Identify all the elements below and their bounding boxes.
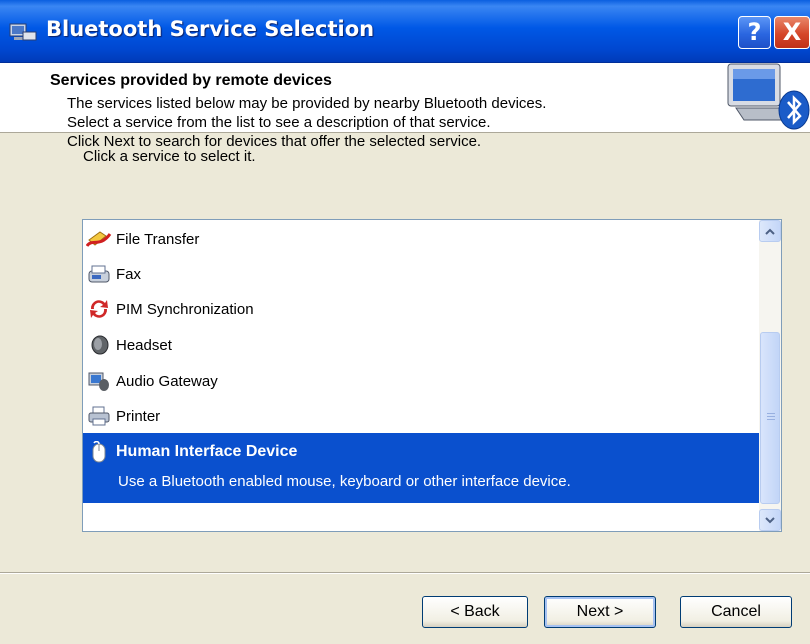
close-button[interactable]: X bbox=[774, 16, 810, 49]
scroll-grip bbox=[767, 413, 775, 421]
chevron-down-icon bbox=[765, 516, 775, 523]
audio-gateway-icon bbox=[85, 369, 113, 393]
list-item-label: Headset bbox=[116, 336, 172, 354]
list-item-label: PIM Synchronization bbox=[116, 300, 254, 318]
next-button[interactable]: Next > bbox=[544, 596, 656, 628]
chevron-up-icon bbox=[765, 228, 775, 235]
wizard-header: Services provided by remote devices The … bbox=[0, 63, 810, 150]
window-title: Bluetooth Service Selection bbox=[46, 17, 375, 41]
list-item-pim-synchronization[interactable]: PIM Synchronization bbox=[83, 291, 759, 327]
list-item-audio-gateway[interactable]: Audio Gateway bbox=[83, 363, 759, 399]
list-item-label: Fax bbox=[116, 265, 142, 283]
headset-icon bbox=[85, 333, 113, 357]
cancel-button[interactable]: Cancel bbox=[680, 596, 792, 628]
button-separator bbox=[0, 572, 810, 574]
list-item-label: File Transfer bbox=[116, 230, 200, 248]
mouse-icon bbox=[85, 441, 113, 465]
help-button[interactable]: ? bbox=[738, 16, 771, 49]
header-description-line: Select a service from the list to see a … bbox=[67, 114, 491, 131]
list-item-label: Printer bbox=[116, 407, 161, 425]
file-transfer-icon bbox=[85, 227, 113, 251]
bluetooth-computer-icon bbox=[9, 23, 37, 41]
list-item-headset[interactable]: Headset bbox=[83, 327, 759, 363]
scroll-thumb[interactable] bbox=[760, 332, 780, 504]
list-item-human-interface-device[interactable]: Human Interface Device Use a Bluetooth e… bbox=[83, 433, 759, 503]
list-item-file-transfer[interactable]: File Transfer bbox=[83, 221, 759, 257]
service-listbox[interactable]: File Transfer Fax PIM Synchronization He… bbox=[82, 219, 782, 532]
fax-icon bbox=[85, 262, 113, 286]
printer-icon bbox=[85, 404, 113, 428]
list-prompt: Click a service to select it. bbox=[83, 148, 256, 165]
pim-sync-icon bbox=[85, 297, 113, 321]
list-scrollbar[interactable] bbox=[759, 220, 781, 531]
header-description-line: The services listed below may be provide… bbox=[67, 95, 547, 112]
list-item-printer[interactable]: Printer bbox=[83, 398, 759, 434]
list-item-fax[interactable]: Fax bbox=[83, 256, 759, 292]
header-title: Services provided by remote devices bbox=[50, 72, 332, 89]
scroll-down-button[interactable] bbox=[759, 509, 781, 531]
back-button[interactable]: < Back bbox=[422, 596, 528, 628]
bluetooth-monitor-icon bbox=[727, 63, 810, 130]
list-item-label: Human Interface Device bbox=[116, 443, 298, 460]
service-description: Use a Bluetooth enabled mouse, keyboard … bbox=[118, 473, 571, 490]
scroll-up-button[interactable] bbox=[759, 220, 781, 242]
list-item-label: Audio Gateway bbox=[116, 372, 218, 390]
title-bar[interactable]: Bluetooth Service Selection ? X bbox=[0, 0, 810, 63]
